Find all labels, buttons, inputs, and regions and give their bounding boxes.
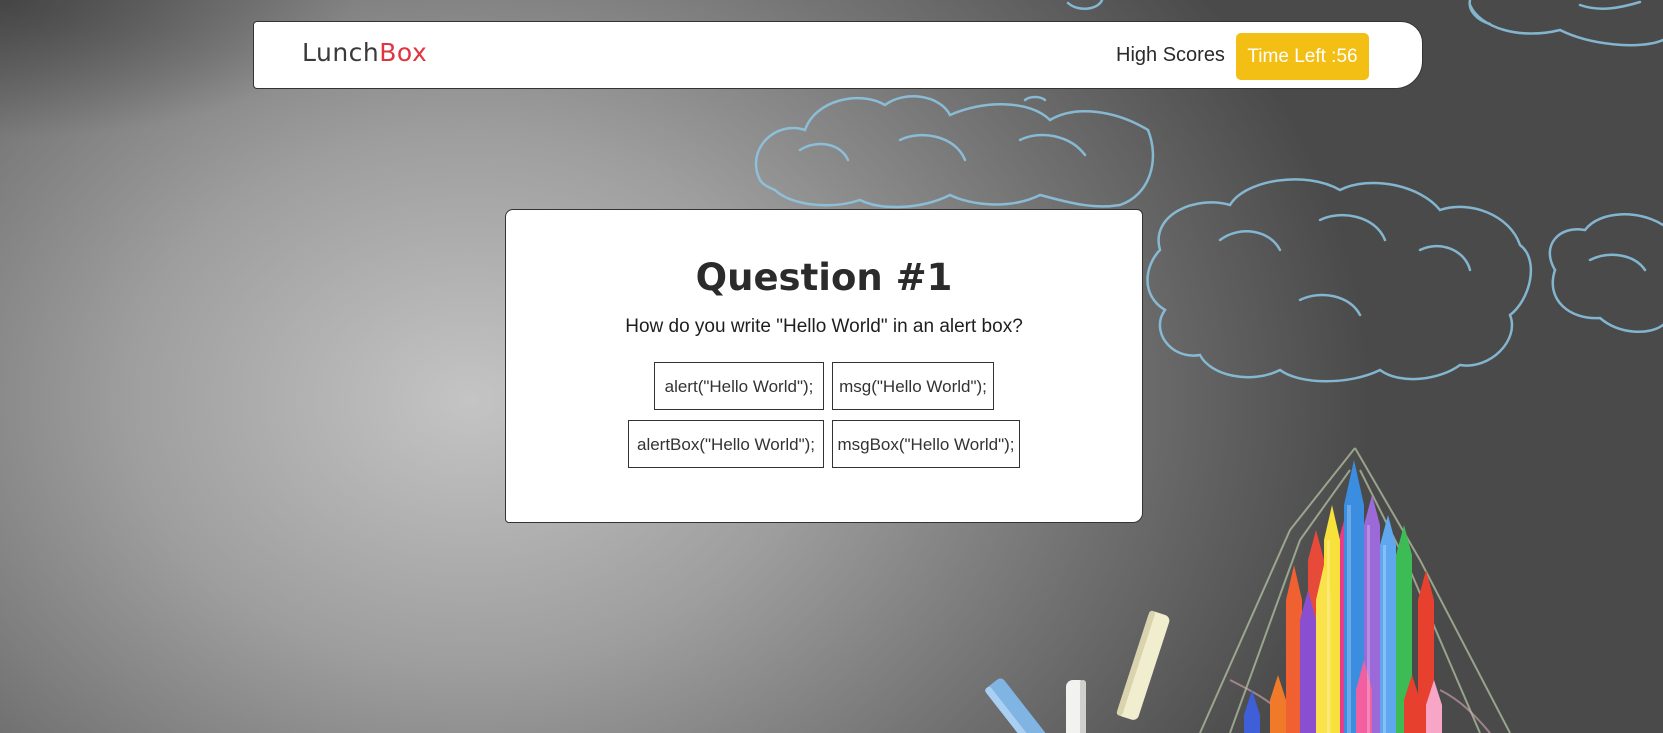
answer-button-3[interactable]: alertBox("Hello World"); <box>628 420 824 468</box>
top-navbar: LunchBox High Scores Time Left :56 <box>253 21 1423 89</box>
crayons <box>1244 460 1442 733</box>
question-title: Question #1 <box>695 256 953 299</box>
brand-lunch: Lunch <box>302 38 380 67</box>
answer-button-2[interactable]: msg("Hello World"); <box>832 362 994 410</box>
chalkboard-background: LunchBox High Scores Time Left :56 Quest… <box>0 0 1663 733</box>
time-left-badge: Time Left :56 <box>1236 33 1369 80</box>
brand-box: Box <box>379 38 428 67</box>
question-text: How do you write "Hello World" in an ale… <box>625 316 1023 337</box>
brand-logo[interactable]: LunchBox <box>302 38 427 67</box>
chalk-sticks <box>985 610 1170 733</box>
answer-button-1[interactable]: alert("Hello World"); <box>654 362 824 410</box>
high-scores-link[interactable]: High Scores <box>1116 44 1225 67</box>
question-card: Question #1 How do you write "Hello Worl… <box>505 209 1143 523</box>
answer-button-4[interactable]: msgBox("Hello World"); <box>832 420 1020 468</box>
